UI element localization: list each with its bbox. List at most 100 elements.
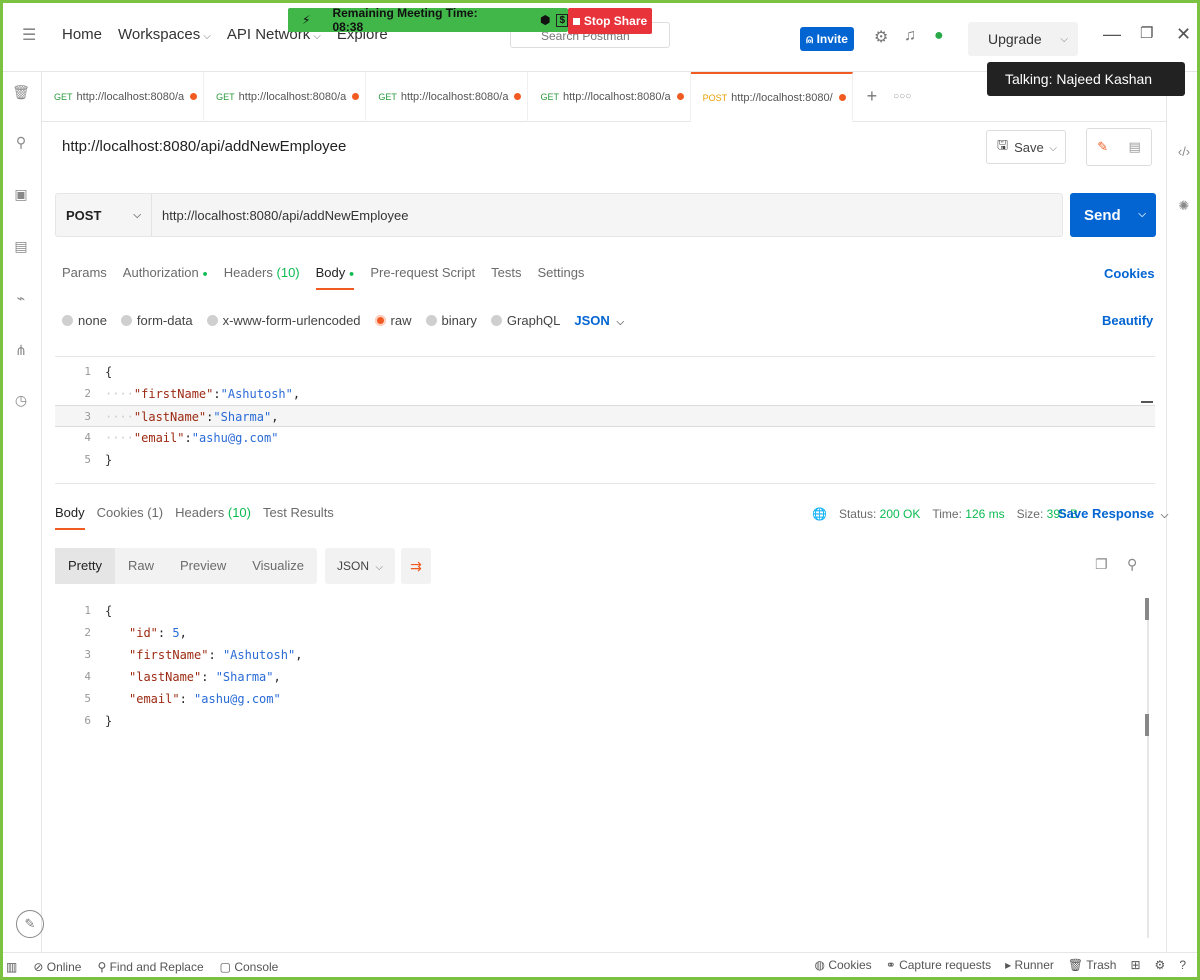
gear-icon[interactable]: ⚙ xyxy=(874,27,888,47)
view-pretty[interactable]: Pretty xyxy=(55,548,115,584)
json-key: "email" xyxy=(133,431,185,445)
stop-share-button[interactable]: Stop Share xyxy=(568,8,652,34)
nav-home[interactable]: Home xyxy=(62,26,102,43)
console-button[interactable]: ▢ Console xyxy=(220,960,279,974)
settings-icon[interactable]: ⚙ xyxy=(1155,958,1166,972)
avatar[interactable]: ● xyxy=(934,27,944,45)
tab-settings[interactable]: Settings xyxy=(537,265,584,290)
maximize-icon[interactable]: ❐ xyxy=(1140,24,1153,42)
body-type-graphql[interactable]: GraphQL xyxy=(490,313,560,328)
body-type-none[interactable]: none xyxy=(62,313,107,328)
response-format-select[interactable]: JSON ⌵ xyxy=(325,548,395,584)
json-value: "ashu@g.com" xyxy=(194,692,281,706)
request-tab[interactable]: GET http://localhost:8080/a xyxy=(42,71,205,122)
response-scrollbar[interactable] xyxy=(1147,598,1149,938)
time-info[interactable]: Time: 126 ms xyxy=(932,507,1004,521)
minimize-icon[interactable]: — xyxy=(1103,24,1121,45)
method-select[interactable]: POST ⌵ xyxy=(56,194,152,236)
api-icon[interactable]: ▣ xyxy=(11,186,31,203)
console-label: Console xyxy=(234,959,279,974)
code-text: } xyxy=(105,714,113,728)
scroll-thumb[interactable] xyxy=(1145,714,1149,736)
wrap-lines-icon[interactable]: ⇉ xyxy=(400,548,431,584)
body-type-form-data[interactable]: form-data xyxy=(120,313,193,328)
tab-authorization[interactable]: Authorization ● xyxy=(123,265,208,290)
stop-share-label: Stop Share xyxy=(583,14,648,28)
more-tabs-icon[interactable]: ○○○ xyxy=(893,91,911,102)
tab-body[interactable]: Body ● xyxy=(315,265,355,290)
menu-icon[interactable]: ☰ xyxy=(22,25,36,45)
new-tab-icon[interactable]: + xyxy=(867,86,878,107)
request-body-editor[interactable]: 1{ 2 ····"firstName":"Ashutosh", 3 ····"la… xyxy=(55,356,1155,484)
online-status[interactable]: ⊘ Online xyxy=(33,960,81,974)
response-body[interactable]: 1{ 2 "id": 5, 3 "firstName": "Ashutosh", 4… xyxy=(55,598,1155,938)
runner-button[interactable]: ▸ Runner xyxy=(1005,958,1054,972)
view-visualize[interactable]: Visualize xyxy=(239,548,317,584)
check-circle-icon: ⊘ xyxy=(33,959,44,974)
tab-params[interactable]: Params xyxy=(62,265,107,290)
send-button[interactable]: Send ⌵ xyxy=(1070,193,1156,237)
request-tab[interactable]: GET http://localhost:8080/a xyxy=(204,71,367,122)
capture-requests[interactable]: ⚭ Capture requests xyxy=(886,958,991,972)
user-add-icon: ⍝ xyxy=(806,31,817,46)
help-icon[interactable]: ? xyxy=(1179,958,1186,972)
tab-tests[interactable]: Tests xyxy=(491,265,521,290)
history-icon[interactable]: ◷ xyxy=(11,392,31,409)
cookies-link[interactable]: Cookies xyxy=(1104,266,1155,281)
body-type-urlencoded[interactable]: x-www-form-urlencoded xyxy=(206,313,361,328)
bell-icon[interactable]: ♫ xyxy=(904,27,916,45)
resp-tab-body[interactable]: Body xyxy=(55,505,85,530)
lightbulb-icon[interactable]: ✺ xyxy=(1173,198,1195,214)
doc-icon[interactable]: ▤ xyxy=(1128,139,1140,155)
body-format-select[interactable]: JSON ⌵ xyxy=(574,313,624,328)
view-raw[interactable]: Raw xyxy=(115,548,167,584)
line-number: 2 xyxy=(84,626,91,639)
resp-tab-cookies[interactable]: Cookies (1) xyxy=(97,505,163,530)
right-sidebar: ‹/› ✺ xyxy=(1166,72,1200,952)
save-button[interactable]: 🖫 Save ⌵ xyxy=(986,130,1066,164)
trash-button[interactable]: 🗑 Trash xyxy=(1068,958,1117,972)
search-icon[interactable]: ⚲ xyxy=(1127,556,1137,573)
invite-button[interactable]: ⍝ Invite xyxy=(800,27,854,51)
scroll-thumb[interactable] xyxy=(1145,598,1149,620)
beautify-link[interactable]: Beautify xyxy=(1102,313,1153,328)
save-response-button[interactable]: Save Response ⌵ xyxy=(1058,506,1168,521)
tab-url: http://localhost:8080/a xyxy=(76,90,185,103)
tab-pre-request-script[interactable]: Pre-request Script xyxy=(370,265,475,290)
close-icon[interactable]: ✕ xyxy=(1176,24,1191,45)
find-replace[interactable]: ⚲ Find and Replace xyxy=(97,960,203,974)
pencil-icon[interactable]: ✎ xyxy=(1097,139,1108,155)
layout-icon[interactable]: ⊞ xyxy=(1130,958,1140,972)
body-type-raw[interactable]: raw xyxy=(374,313,412,328)
json-value: "Sharma" xyxy=(215,670,274,684)
environment-icon[interactable]: ▤ xyxy=(11,238,31,255)
resp-tab-headers[interactable]: Headers (10) xyxy=(175,505,251,530)
code-icon[interactable]: ‹/› xyxy=(1173,144,1195,159)
line-number: 4 xyxy=(84,670,91,683)
bootcamp-icon[interactable]: ✎ xyxy=(16,910,44,938)
cookies-status[interactable]: ◍ Cookies xyxy=(815,958,872,972)
request-tab[interactable]: GET http://localhost:8080/a xyxy=(366,71,529,122)
globe-icon[interactable]: 🌐 xyxy=(812,507,827,521)
copy-icon[interactable]: ❐ xyxy=(1095,556,1108,573)
line-number: 1 xyxy=(84,604,91,617)
view-preview[interactable]: Preview xyxy=(167,548,239,584)
json-key: "lastName" xyxy=(129,670,202,684)
flows-icon[interactable]: ⋔ xyxy=(11,342,31,359)
tab-headers[interactable]: Headers (10) xyxy=(224,265,300,290)
upgrade-button[interactable]: Upgrade ⌵ xyxy=(968,22,1078,56)
trash-icon[interactable]: 🗑 xyxy=(11,84,31,101)
request-tab-active[interactable]: POST http://localhost:8080/ xyxy=(690,71,853,122)
json-end: , xyxy=(179,626,187,640)
nav-workspaces[interactable]: Workspaces ⌵ xyxy=(118,26,211,43)
chevron-down-icon[interactable]: ⌵ xyxy=(1138,209,1146,220)
status-info[interactable]: Status: 200 OK xyxy=(839,507,920,521)
sidebar-toggle-icon[interactable]: ▥ xyxy=(6,960,17,974)
collections-icon[interactable]: ⚲ xyxy=(11,134,31,151)
request-tab[interactable]: GET http://localhost:8080/a xyxy=(528,71,691,122)
resp-tab-test-results[interactable]: Test Results xyxy=(263,505,334,530)
url-input[interactable]: http://localhost:8080/api/addNewEmployee xyxy=(152,208,408,223)
code-text: } xyxy=(105,453,113,467)
body-type-binary[interactable]: binary xyxy=(425,313,477,328)
monitor-icon[interactable]: ⌁ xyxy=(11,290,31,307)
